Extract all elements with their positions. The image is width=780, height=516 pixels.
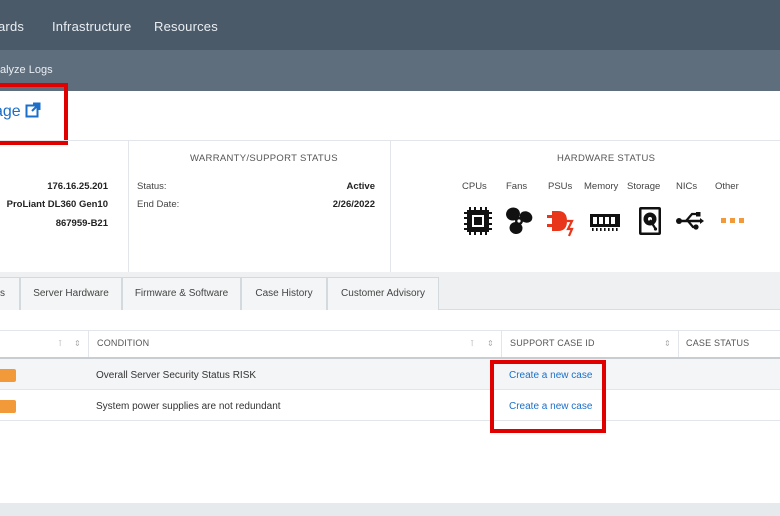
other-icon[interactable] [718,205,750,237]
condition-text: Overall Server Security Status RISK [96,370,257,381]
cpu-icon[interactable] [462,205,494,237]
warranty-end-date-label: End Date: [137,199,180,210]
column-header-support-case-id[interactable]: SUPPORT CASE ID [510,338,595,348]
tab-alerts[interactable]: s [0,277,20,310]
table-row[interactable]: Overall Server Security Status RISK Crea… [0,359,780,390]
sub-navigation-bar: alyze Logs [0,50,780,91]
header-divider-2 [501,330,502,357]
severity-sort-icon[interactable]: ⇕ [74,339,81,348]
warranty-end-date-value: 2/26/2022 [332,199,375,210]
support-case-sort-icon[interactable]: ⇕ [664,339,671,348]
header-divider-3 [678,330,679,357]
memory-icon[interactable] [589,205,621,237]
hw-label-cpus: CPUs [462,181,487,192]
psu-icon[interactable] [545,205,577,237]
hw-label-storage: Storage [627,181,661,192]
nav-item-infrastructure[interactable]: Infrastructure [52,19,131,34]
hw-label-nics: NICs [676,181,698,192]
table-top-border [0,330,780,331]
server-part-number-value: 867959-B21 [55,218,108,229]
condition-filter-icon[interactable]: ⊺ [470,339,474,348]
hw-label-memory: Memory [584,181,619,192]
header-divider-1 [88,330,89,357]
nav-item-resources[interactable]: Resources [154,19,218,34]
warranty-status-label: Status: [137,181,167,192]
bottom-scroll-bar[interactable] [0,503,780,516]
warranty-status-value: Active [346,181,375,192]
summary-divider-2 [390,140,391,272]
hardware-section-title: HARDWARE STATUS [557,153,656,164]
column-header-condition[interactable]: CONDITION [97,338,149,348]
server-ip-value: 176.16.25.201 [47,181,108,192]
severity-filter-icon[interactable]: ⊺ [58,339,62,348]
analyze-logs-link[interactable]: alyze Logs [0,64,53,76]
hw-label-fans: Fans [506,181,528,192]
severity-badge [0,369,16,382]
highlight-box-create-case [490,360,606,433]
summary-divider-1 [128,140,129,272]
highlight-box-launch [0,83,68,145]
nav-item-dashboards[interactable]: ards [0,19,24,34]
column-header-case-status[interactable]: CASE STATUS [686,338,749,348]
condition-text: System power supplies are not redundant [96,401,281,412]
hw-label-psus: PSUs [548,181,573,192]
tab-server-hardware[interactable]: Server Hardware [20,277,122,310]
fan-icon[interactable] [503,205,535,237]
storage-icon[interactable] [634,205,666,237]
server-model-value: ProLiant DL360 Gen10 [6,199,108,210]
hw-label-other: Other [715,181,739,192]
table-row[interactable]: System power supplies are not redundant … [0,390,780,421]
top-navigation-bar: ards Infrastructure Resources [0,0,780,50]
tab-firmware-software[interactable]: Firmware & Software [122,277,241,310]
severity-badge [0,400,16,413]
warranty-section-title: WARRANTY/SUPPORT STATUS [190,153,338,164]
tab-customer-advisory[interactable]: Customer Advisory [327,277,439,310]
condition-sort-icon[interactable]: ⇕ [487,339,494,348]
tab-case-history[interactable]: Case History [241,277,327,310]
nic-icon[interactable] [674,205,706,237]
